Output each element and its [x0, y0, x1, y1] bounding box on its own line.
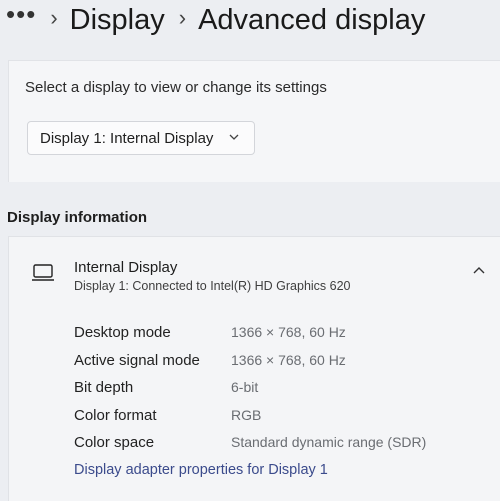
breadcrumb-item-display[interactable]: Display [70, 4, 165, 37]
section-heading: Display information [7, 209, 148, 226]
chevron-up-icon[interactable] [472, 265, 486, 277]
monitor-icon [32, 264, 54, 281]
breadcrumb-more-button[interactable]: ••• [6, 1, 36, 27]
chevron-down-icon [229, 134, 239, 140]
select-display-card: Select a display to view or change its s… [8, 60, 500, 182]
select-display-label: Select a display to view or change its s… [25, 79, 327, 96]
property-row: Color format RGB [74, 407, 484, 435]
property-label: Color format [74, 406, 157, 424]
property-label: Active signal mode [74, 351, 200, 369]
dropdown-selected-value: Display 1: Internal Display [40, 129, 214, 147]
page-title: Advanced display [198, 3, 426, 36]
breadcrumb-separator: › [178, 5, 187, 30]
property-row: Desktop mode 1366 × 768, 60 Hz [74, 324, 484, 352]
property-label: Color space [74, 434, 155, 451]
property-row: Color space Standard dynamic range (SDR) [74, 434, 484, 462]
display-connection-subtitle: Display 1: Connected to Intel(R) HD Grap… [74, 279, 351, 293]
breadcrumb: ••• › Display › Advanced display [0, 0, 500, 40]
property-label: Bit depth [74, 379, 134, 396]
property-value: RGB [231, 406, 262, 423]
advanced-display-page: ••• › Display › Advanced display Select … [0, 0, 500, 501]
property-label: Desktop mode [74, 324, 171, 341]
display-adapter-properties-link[interactable]: Display adapter properties for Display 1 [74, 462, 328, 478]
property-row: Active signal mode 1366 × 768, 60 Hz [74, 352, 484, 380]
breadcrumb-separator: › [50, 5, 58, 30]
property-value: Standard dynamic range (SDR) [231, 434, 427, 450]
property-value: 6-bit [231, 379, 259, 395]
display-name: Internal Display [74, 259, 178, 276]
property-value: 1366 × 768, 60 Hz [231, 324, 346, 340]
display-information-card: Internal Display Display 1: Connected to… [8, 236, 500, 501]
display-select-dropdown[interactable]: Display 1: Internal Display [27, 121, 255, 155]
property-value: 1366 × 768, 60 Hz [231, 351, 346, 368]
property-row: Bit depth 6-bit [74, 379, 484, 407]
display-properties-list: Desktop mode 1366 × 768, 60 Hz Active si… [74, 324, 484, 462]
